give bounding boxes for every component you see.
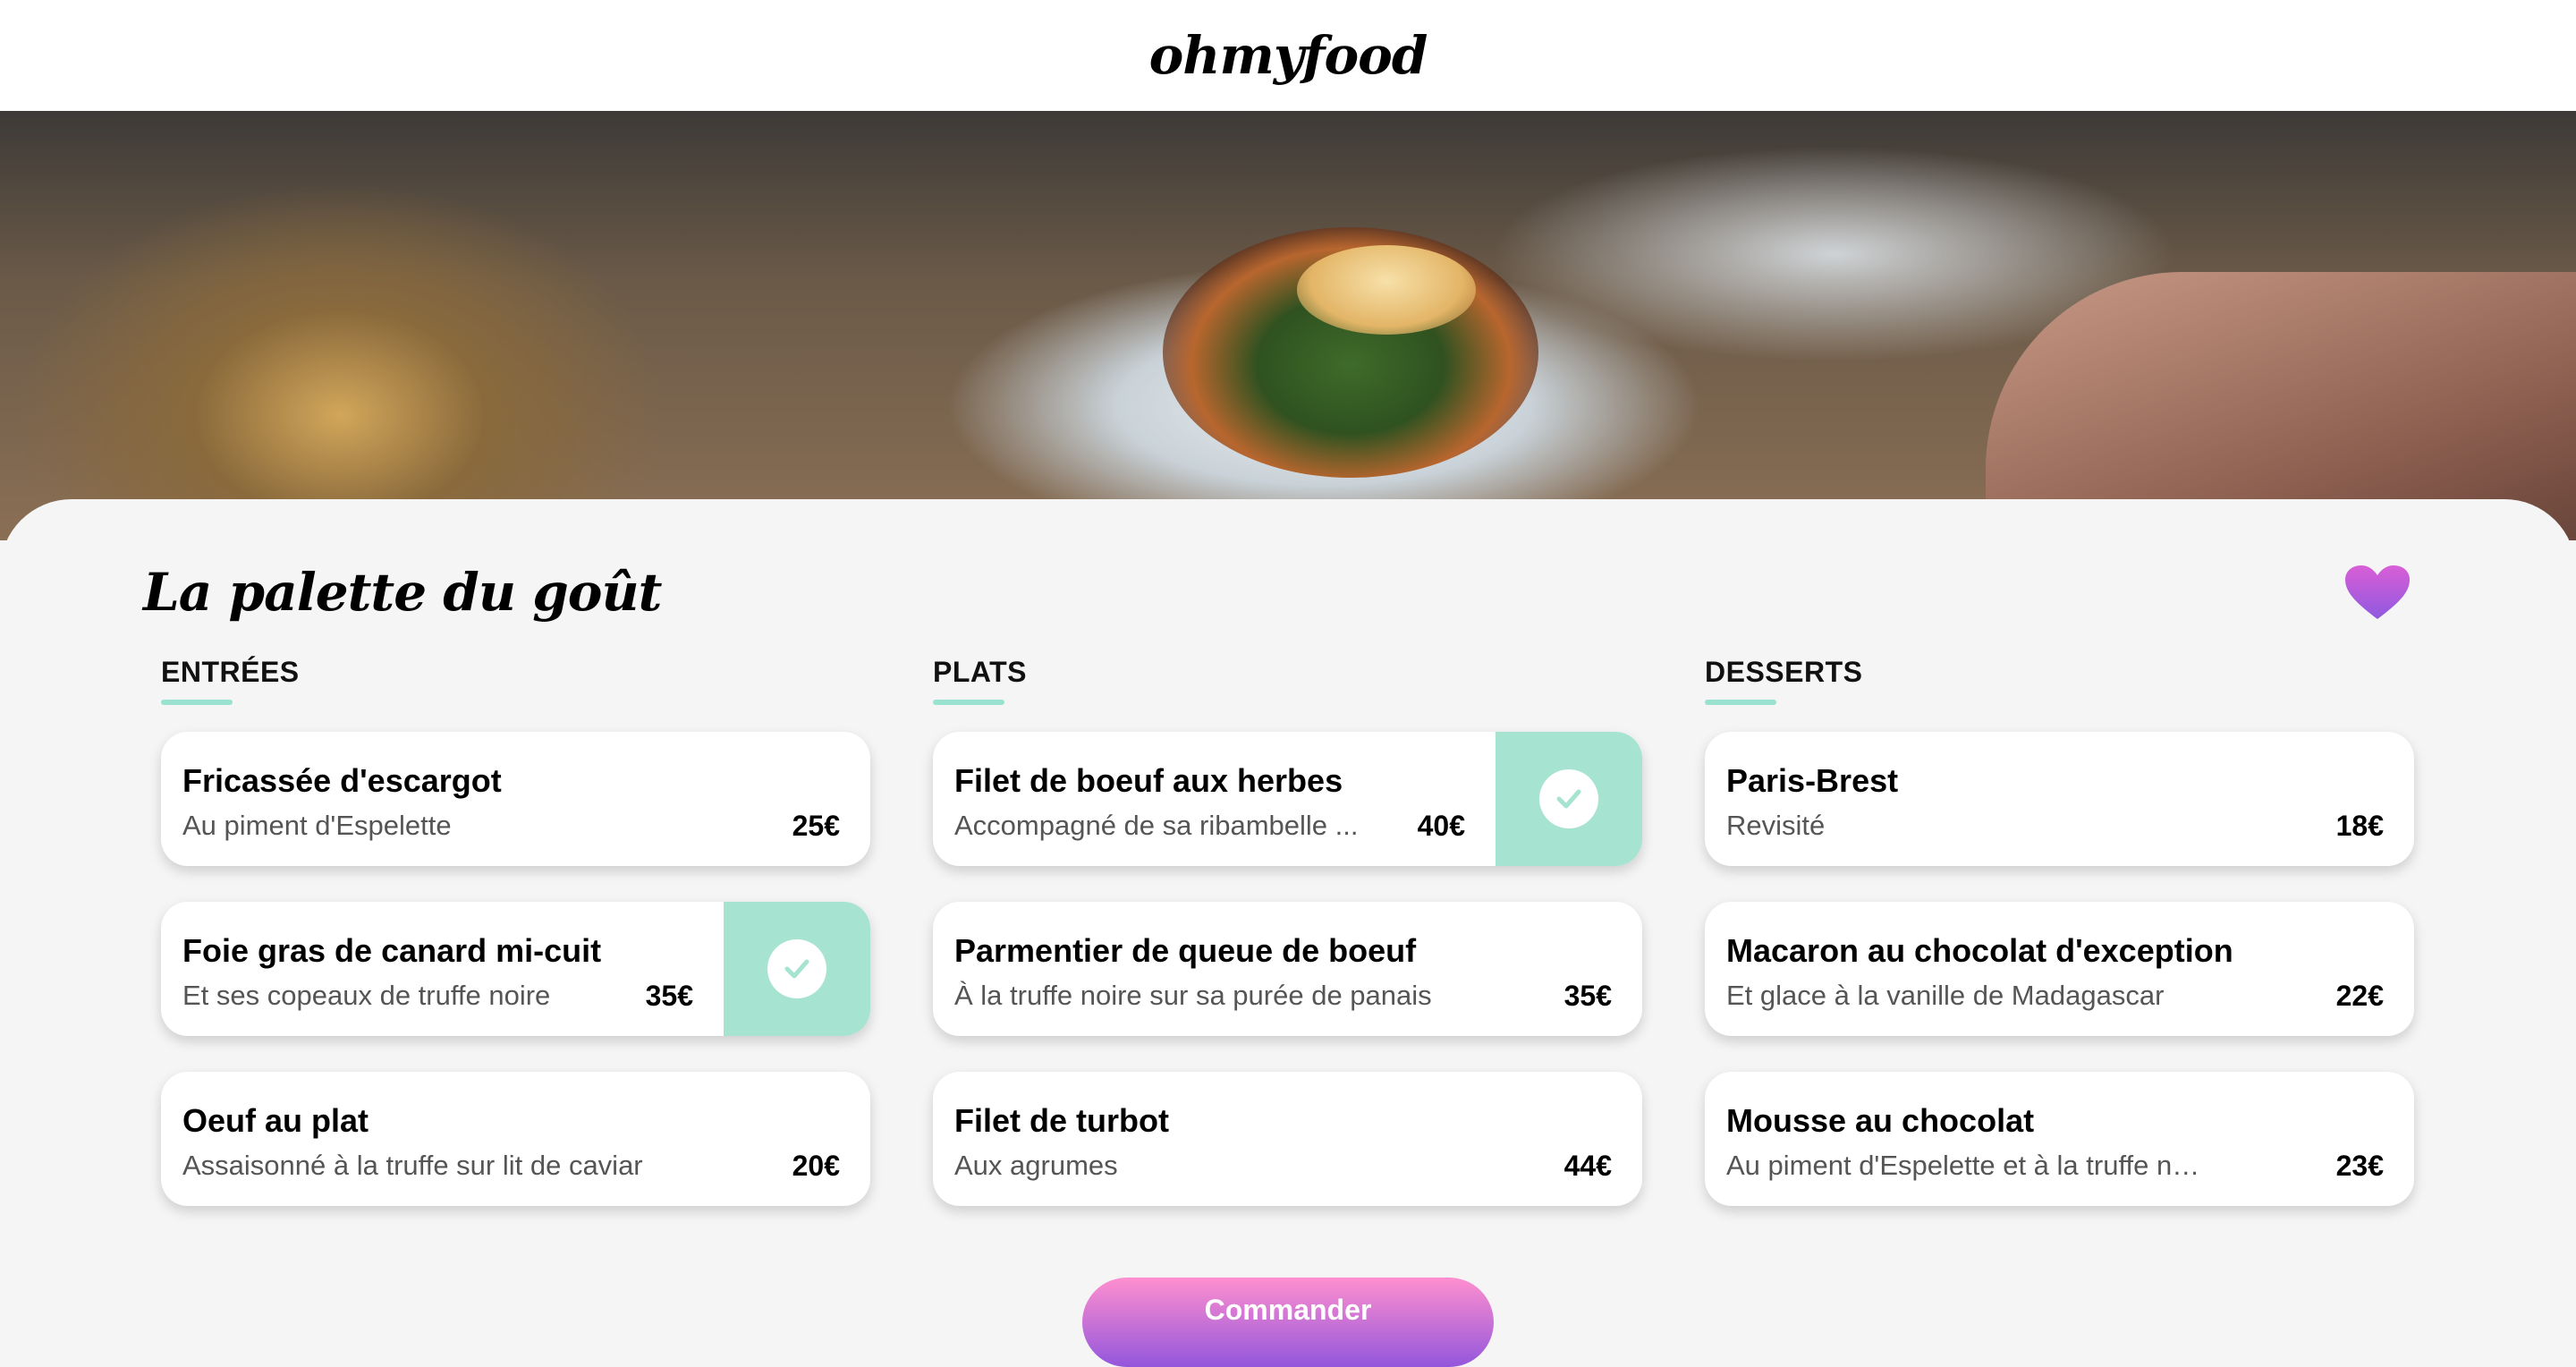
dish-description: Accompagné de sa ribambelle ... bbox=[954, 810, 1359, 841]
restaurant-title: La palette du goût bbox=[143, 562, 662, 623]
item-selected-zone[interactable] bbox=[1496, 732, 1642, 866]
section-title: DESSERTS bbox=[1705, 656, 1863, 688]
menu-item[interactable]: Paris-Brest Revisité 18€ bbox=[1705, 732, 2414, 866]
section-underline bbox=[933, 700, 1004, 705]
dish-description: Aux agrumes bbox=[954, 1150, 1118, 1181]
dish-price: 40€ bbox=[1417, 810, 1465, 842]
dish-description: Au piment d'Espelette bbox=[182, 810, 452, 841]
dish-price: 23€ bbox=[2335, 1150, 2384, 1182]
menu-item[interactable]: Macaron au chocolat d'exception Et glace… bbox=[1705, 902, 2414, 1036]
check-icon bbox=[1539, 769, 1598, 828]
order-button[interactable]: Commander bbox=[1082, 1278, 1494, 1367]
dish-description: À la truffe noire sur sa purée de panais bbox=[954, 980, 1432, 1011]
dish-description: Au piment d'Espelette et à la truffe noi… bbox=[1726, 1150, 2209, 1181]
menu-panel: La palette du goût ENTRÉES Fricassée d'e… bbox=[0, 499, 2576, 1367]
dish-name: Fricassée d'escargot bbox=[182, 762, 502, 799]
dish-description: Et glace à la vanille de Madagascar bbox=[1726, 980, 2165, 1011]
dish-name: Filet de turbot bbox=[954, 1102, 1169, 1139]
menu-item[interactable]: Foie gras de canard mi-cuit Et ses copea… bbox=[161, 902, 870, 1036]
menu-item[interactable]: Parmentier de queue de boeuf À la truffe… bbox=[933, 902, 1642, 1036]
dish-price: 25€ bbox=[792, 810, 840, 842]
dish-name: Mousse au chocolat bbox=[1726, 1102, 2035, 1139]
dish-name: Macaron au chocolat d'exception bbox=[1726, 932, 2233, 969]
section-underline bbox=[1705, 700, 1776, 705]
dish-price: 18€ bbox=[2335, 810, 2384, 842]
dish-price: 22€ bbox=[2335, 980, 2384, 1012]
dish-description: Revisité bbox=[1726, 810, 1826, 841]
site-logo[interactable]: ohmyfood bbox=[1149, 25, 1428, 86]
dish-name: Paris-Brest bbox=[1726, 762, 1899, 799]
dish-name: Foie gras de canard mi-cuit bbox=[182, 932, 602, 969]
menu-item[interactable]: Mousse au chocolat Au piment d'Espelette… bbox=[1705, 1072, 2414, 1206]
section-title: PLATS bbox=[933, 656, 1028, 688]
heart-icon[interactable] bbox=[2343, 564, 2411, 621]
dish-name: Oeuf au plat bbox=[182, 1102, 369, 1139]
dish-description: Et ses copeaux de truffe noire bbox=[182, 980, 551, 1011]
check-icon bbox=[767, 939, 826, 998]
section-underline bbox=[161, 700, 233, 705]
section-title: ENTRÉES bbox=[161, 656, 300, 688]
item-selected-zone[interactable] bbox=[724, 902, 870, 1036]
dish-description: Assaisonné à la truffe sur lit de caviar bbox=[182, 1150, 643, 1181]
menu-item[interactable]: Filet de boeuf aux herbes Accompagné de … bbox=[933, 732, 1642, 866]
dish-price: 35€ bbox=[645, 980, 693, 1012]
dish-price: 20€ bbox=[792, 1150, 840, 1182]
menu-item[interactable]: Filet de turbot Aux agrumes 44€ bbox=[933, 1072, 1642, 1206]
menu-item[interactable]: Fricassée d'escargot Au piment d'Espelet… bbox=[161, 732, 870, 866]
dish-name: Filet de boeuf aux herbes bbox=[954, 762, 1343, 799]
dish-price: 35€ bbox=[1563, 980, 1612, 1012]
dish-name: Parmentier de queue de boeuf bbox=[954, 932, 1417, 969]
dish-price: 44€ bbox=[1563, 1150, 1612, 1182]
menu-item[interactable]: Oeuf au plat Assaisonné à la truffe sur … bbox=[161, 1072, 870, 1206]
site-header: ohmyfood bbox=[0, 0, 2576, 111]
hero-image bbox=[0, 111, 2576, 540]
